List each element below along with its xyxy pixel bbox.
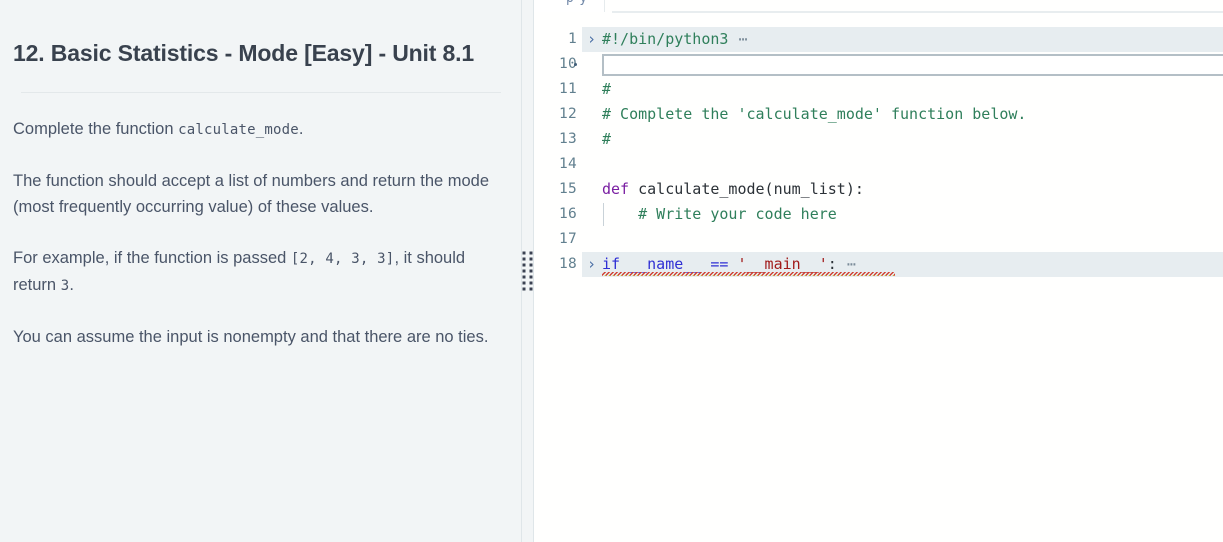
code-editor-panel: py 1›#!/bin/python3 ⋯1011#12# Complete t… — [534, 0, 1223, 542]
fold-gutter-spacer — [582, 227, 601, 252]
paragraph-text: For example, if the function is passed — [13, 248, 291, 267]
code-token: # — [602, 130, 612, 148]
fold-gutter-spacer — [582, 202, 601, 227]
line-number: 18 — [558, 256, 577, 272]
problem-description: Complete the function calculate_mode. The… — [13, 116, 493, 350]
line-number: 12 — [558, 106, 577, 122]
code-token: == — [710, 255, 729, 273]
editor-tab-label: py — [566, 0, 593, 6]
fold-gutter-spacer — [582, 152, 601, 177]
fold-chevron-icon[interactable]: › — [582, 27, 601, 52]
code-line-content[interactable]: def calculate_mode(num_list): — [601, 177, 1223, 202]
fold-gutter-spacer — [582, 102, 601, 127]
grip-dot — [522, 257, 526, 261]
fold-gutter-spacer — [582, 77, 601, 102]
cursor-indicator — [574, 63, 577, 66]
code-line-content[interactable]: if __name__ == '__main__': ⋯ — [601, 252, 1223, 277]
line-number: 16 — [558, 206, 577, 222]
code-line-content[interactable] — [601, 152, 1223, 177]
grip-dot — [529, 257, 533, 261]
problem-paragraph: For example, if the function is passed [… — [13, 245, 493, 300]
code-token: def — [602, 180, 630, 198]
inline-code: [2, 4, 3, 3] — [290, 250, 395, 267]
problem-paragraph: The function should accept a list of num… — [13, 168, 493, 221]
splitter-grip-icon[interactable] — [522, 251, 533, 291]
editor-tab-strip[interactable]: py — [534, 0, 1223, 13]
grip-dot — [522, 251, 526, 255]
paragraph-text: . — [298, 120, 304, 138]
code-line[interactable]: 16 # Write your code here — [534, 202, 1223, 227]
code-token: ⋯ — [836, 255, 857, 273]
grip-dot — [522, 287, 526, 291]
grip-dot — [529, 251, 533, 255]
code-text-area[interactable]: 1 › #!/bin/python3 ⋯ 10 11 #12 # Complete the … — [534, 13, 1223, 542]
code-line[interactable]: 18 › if __name__ == '__main__': ⋯ — [534, 252, 1223, 277]
fold-gutter-spacer — [582, 127, 601, 152]
line-number: 15 — [558, 181, 577, 197]
line-number: 11 — [558, 81, 577, 97]
paragraph-text: You can assume the input is nonempty and… — [13, 327, 489, 346]
code-line-content[interactable]: # Complete the 'calculate_mode' function… — [601, 102, 1223, 127]
code-line[interactable]: 14 — [534, 152, 1223, 177]
line-number: 1 — [567, 31, 577, 47]
code-line[interactable]: 15 def calculate_mode(num_list): — [534, 177, 1223, 202]
code-token: '__main__' — [737, 255, 828, 273]
grip-dot — [529, 281, 533, 285]
code-line-content[interactable]: #!/bin/python3 ⋯ — [601, 27, 1223, 52]
code-line[interactable]: 11 # — [534, 77, 1223, 102]
code-line[interactable]: 13 # — [534, 127, 1223, 152]
paragraph-text: Complete the function — [13, 120, 179, 138]
grip-dot — [522, 281, 526, 285]
fold-chevron-icon[interactable]: › — [582, 252, 601, 277]
code-line-content[interactable]: # — [601, 77, 1223, 102]
grip-dot — [522, 275, 526, 279]
code-line-content[interactable]: # Write your code here — [601, 202, 1223, 227]
code-token: __name__ — [629, 255, 702, 273]
code-line-content[interactable]: # — [601, 127, 1223, 152]
grip-dot — [529, 287, 533, 291]
error-squiggle — [602, 272, 895, 276]
line-number: 14 — [558, 156, 577, 172]
code-line-content[interactable] — [601, 227, 1223, 252]
title-divider — [20, 92, 501, 93]
fold-gutter-spacer — [582, 52, 601, 77]
app-root: 12. Basic Statistics - Mode [Easy] - Uni… — [0, 0, 1223, 542]
grip-dot — [522, 269, 526, 273]
code-line[interactable]: 12 # Complete the 'calculate_mode' functi… — [534, 102, 1223, 127]
page-title: 12. Basic Statistics - Mode [Easy] - Uni… — [13, 40, 475, 66]
code-token: # Complete the 'calculate_mode' function… — [602, 105, 1027, 123]
code-token: ⋯ — [728, 30, 749, 48]
code-token: : — [827, 255, 837, 273]
code-token: if — [602, 255, 621, 273]
grip-dot — [529, 263, 533, 267]
code-line[interactable]: 1 › #!/bin/python3 ⋯ — [534, 27, 1223, 52]
problem-statement-panel: 12. Basic Statistics - Mode [Easy] - Uni… — [0, 0, 521, 542]
grip-dot — [529, 275, 533, 279]
code-token: calculate_mode(num_list): — [629, 180, 864, 198]
grip-dot — [529, 269, 533, 273]
code-line-content[interactable] — [601, 52, 1223, 77]
panel-resize-splitter[interactable] — [521, 0, 534, 542]
paragraph-text: The function should accept a list of num… — [13, 171, 490, 217]
inline-code: calculate_mode — [178, 122, 299, 138]
code-line[interactable]: 10 — [534, 52, 1223, 77]
code-token: #!/bin/python3 — [602, 30, 729, 48]
line-number: 17 — [558, 231, 577, 247]
line-number: 13 — [558, 131, 577, 147]
fold-gutter-spacer — [582, 177, 601, 202]
problem-paragraph: Complete the function calculate_mode. — [13, 116, 493, 144]
code-line[interactable]: 17 — [534, 227, 1223, 252]
paragraph-text: . — [69, 276, 74, 294]
code-token: # Write your code here — [602, 205, 837, 223]
grip-dot — [522, 263, 526, 267]
indent-guide — [603, 203, 604, 226]
problem-paragraph: You can assume the input is nonempty and… — [13, 324, 493, 351]
code-token: # — [602, 80, 612, 98]
